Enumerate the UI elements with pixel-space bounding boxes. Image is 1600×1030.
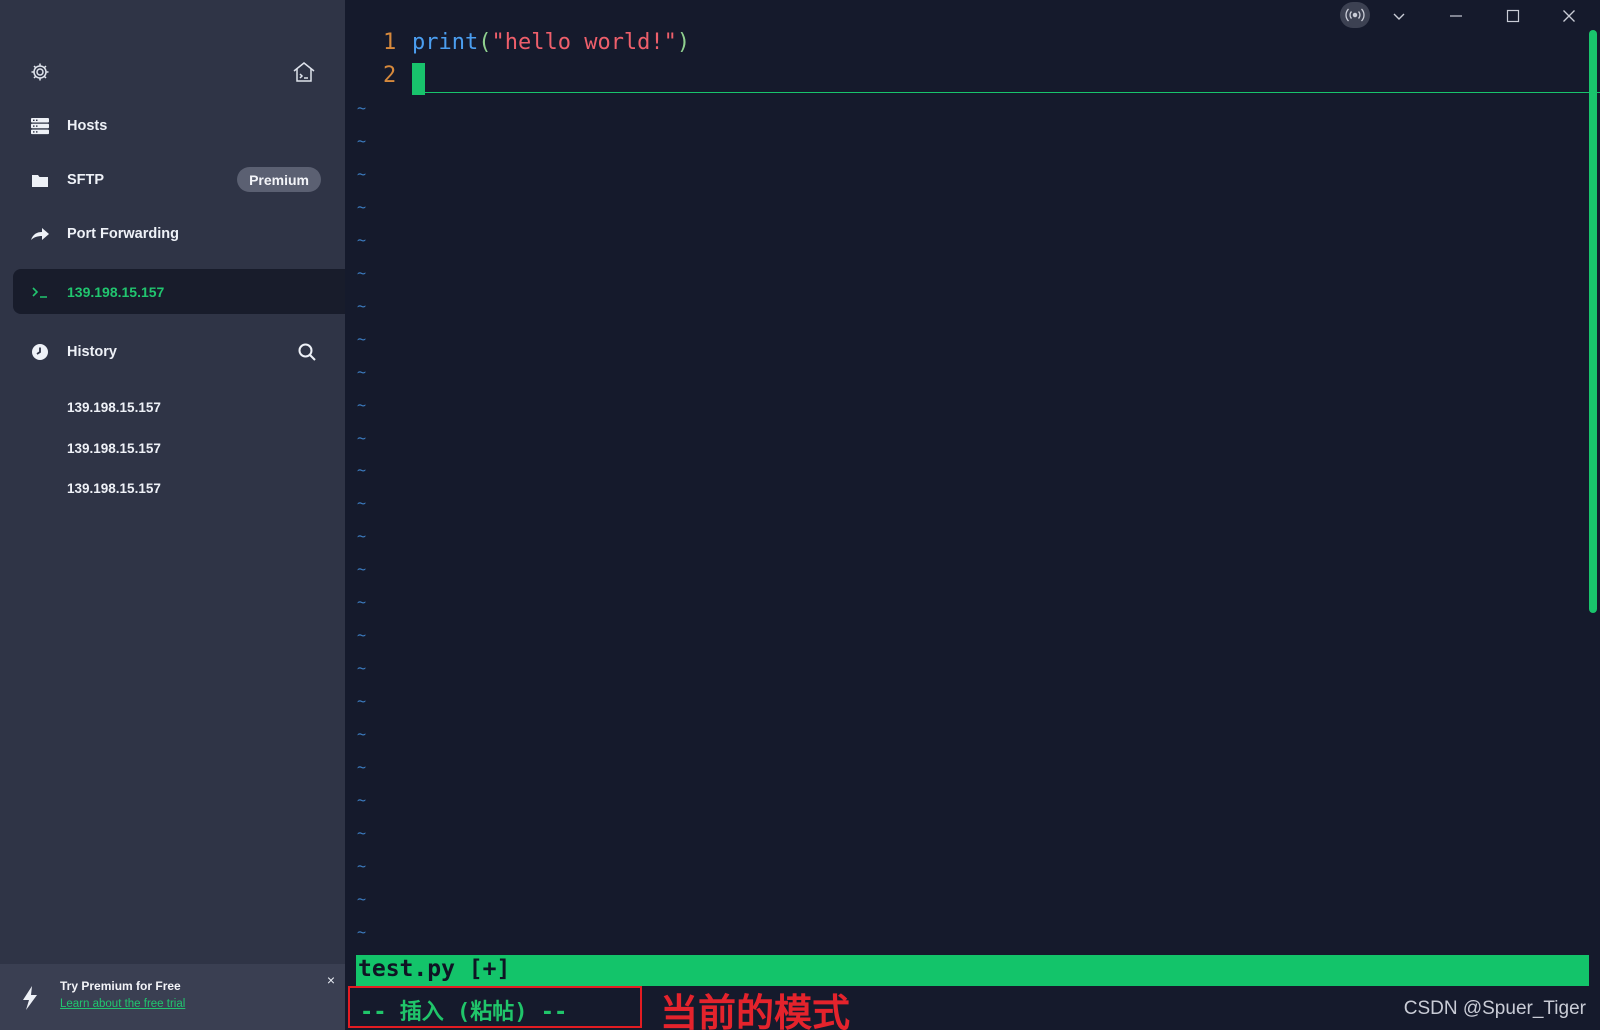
vim-status-line: test.py [+] xyxy=(356,955,1589,986)
terminal-pane[interactable]: 1 2 print("hello world!") ~ ~ ~ ~ ~ ~ ~ ~ ~ ~ ~ ~ ~ ~… xyxy=(345,0,1600,1030)
tilde-marker: ~ xyxy=(357,857,367,875)
folder-icon xyxy=(30,170,50,190)
port-forwarding-arrow-icon xyxy=(30,224,50,244)
nav-sftp-label: SFTP xyxy=(67,172,105,188)
tilde-marker: ~ xyxy=(357,461,367,479)
line-number: 2 xyxy=(383,63,397,88)
history-entry[interactable]: 139.198.15.157 xyxy=(67,481,161,496)
chevron-down-icon[interactable] xyxy=(1387,4,1411,28)
tilde-marker: ~ xyxy=(357,231,367,249)
mode-highlight-box: -- 插入 (粘帖) -- xyxy=(348,986,642,1028)
tilde-marker: ~ xyxy=(357,692,367,710)
tilde-marker: ~ xyxy=(357,626,367,644)
close-icon[interactable] xyxy=(1557,4,1581,28)
tilde-marker: ~ xyxy=(357,132,367,150)
history-search-icon[interactable] xyxy=(295,340,319,364)
home-terminal-icon[interactable] xyxy=(290,58,318,86)
vim-mode-indicator: -- 插入 (粘帖) -- xyxy=(360,1000,568,1025)
sidebar: Hosts SFTP Premium Port Forwarding 139.1… xyxy=(0,0,345,1030)
broadcast-icon[interactable] xyxy=(1340,2,1370,28)
maximize-icon[interactable] xyxy=(1501,4,1525,28)
lightning-bolt-icon xyxy=(18,984,42,1012)
tilde-marker: ~ xyxy=(357,923,367,941)
tilde-marker: ~ xyxy=(357,758,367,776)
history-entry[interactable]: 139.198.15.157 xyxy=(67,400,161,415)
promo-close-icon[interactable]: × xyxy=(327,972,335,988)
tilde-marker: ~ xyxy=(357,527,367,545)
tilde-marker: ~ xyxy=(357,198,367,216)
premium-promo-banner: Try Premium for Free Learn about the fre… xyxy=(0,964,345,1030)
promo-free-trial-link[interactable]: Learn about the free trial xyxy=(60,998,185,1010)
text-cursor xyxy=(412,63,425,95)
watermark: CSDN @Spuer_Tiger xyxy=(1403,998,1586,1019)
scrollbar-thumb[interactable] xyxy=(1589,30,1597,613)
nav-hosts-label: Hosts xyxy=(67,118,108,134)
tilde-marker: ~ xyxy=(357,593,367,611)
tilde-marker: ~ xyxy=(357,494,367,512)
hosts-server-icon xyxy=(30,116,50,136)
annotation-label: 当前的模式 xyxy=(660,991,851,1030)
premium-badge[interactable]: Premium xyxy=(237,167,321,192)
terminal-prompt-icon xyxy=(30,282,50,302)
nav-port-forwarding-label: Port Forwarding xyxy=(67,226,179,242)
status-line-filename: test.py [+] xyxy=(358,956,511,982)
history-clock-icon xyxy=(30,342,50,362)
tilde-marker: ~ xyxy=(357,824,367,842)
history-entry[interactable]: 139.198.15.157 xyxy=(67,441,161,456)
code-token-paren: ) xyxy=(676,30,691,55)
active-session-tab[interactable]: 139.198.15.157 xyxy=(13,269,345,314)
tilde-marker: ~ xyxy=(357,330,367,348)
tilde-marker: ~ xyxy=(357,890,367,908)
nav-sftp[interactable]: SFTP Premium xyxy=(13,157,345,203)
code-token-function: print xyxy=(412,30,479,55)
active-session-label: 139.198.15.157 xyxy=(67,283,165,300)
nav-hosts[interactable]: Hosts xyxy=(13,103,345,149)
cursor-line-underline xyxy=(412,92,1600,93)
nav-port-forwarding[interactable]: Port Forwarding xyxy=(13,211,345,257)
tilde-marker: ~ xyxy=(357,791,367,809)
tilde-marker: ~ xyxy=(357,264,367,282)
tilde-marker: ~ xyxy=(357,363,367,381)
line-number: 1 xyxy=(383,30,397,55)
tilde-marker: ~ xyxy=(357,659,367,677)
promo-title: Try Premium for Free xyxy=(60,979,181,993)
tilde-marker: ~ xyxy=(357,429,367,447)
code-token-paren: ( xyxy=(478,30,492,55)
tilde-marker: ~ xyxy=(357,725,367,743)
code-token-string: "hello world!" xyxy=(491,30,677,55)
code-line-1[interactable]: print("hello world!") xyxy=(412,30,690,55)
tilde-marker: ~ xyxy=(357,560,367,578)
tilde-marker: ~ xyxy=(357,297,367,315)
minimize-icon[interactable] xyxy=(1444,4,1468,28)
tilde-marker: ~ xyxy=(357,99,367,117)
tilde-marker: ~ xyxy=(357,165,367,183)
settings-gear-icon[interactable] xyxy=(28,60,52,84)
nav-history-label: History xyxy=(67,344,117,360)
tilde-marker: ~ xyxy=(357,396,367,414)
